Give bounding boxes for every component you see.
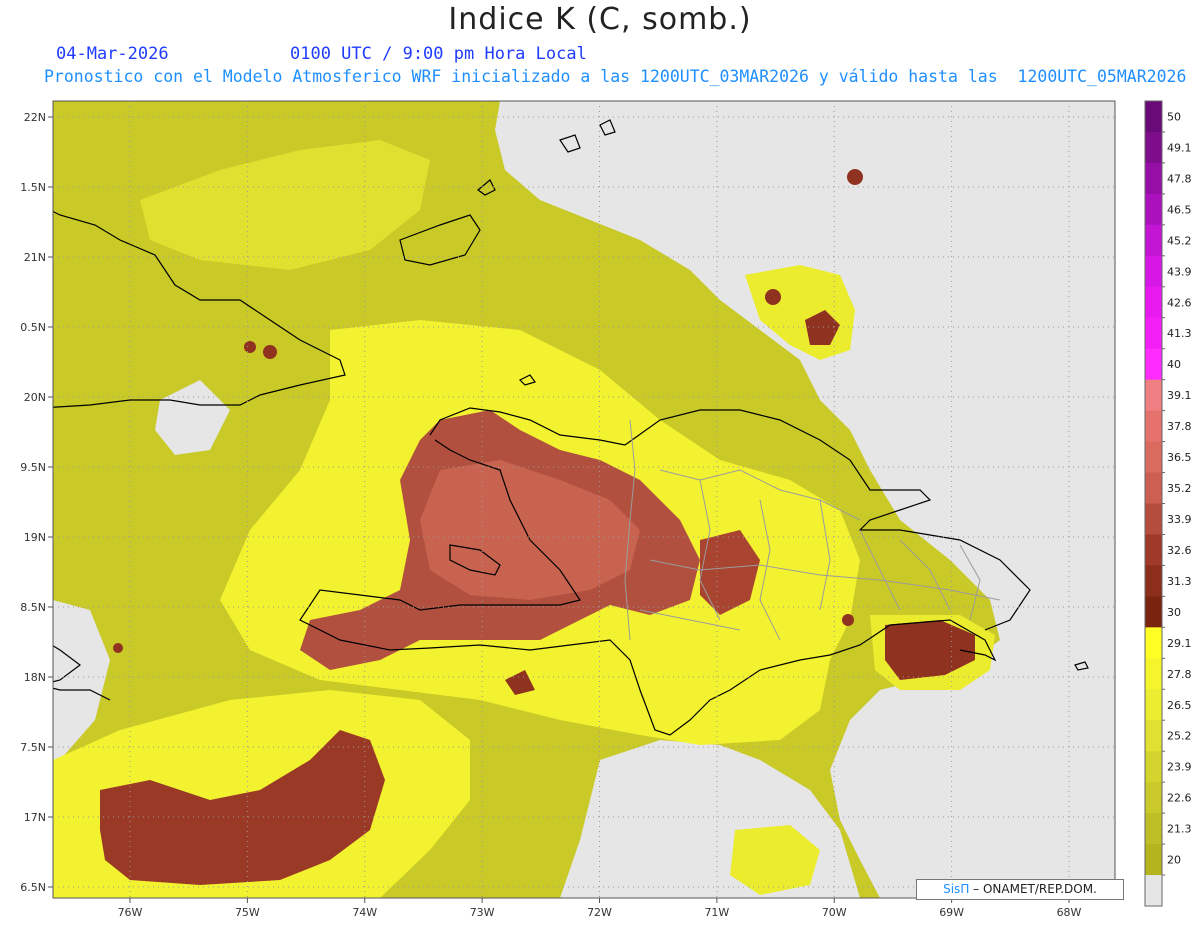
colorbar-label: 27.8 bbox=[1167, 668, 1192, 681]
lat-label: 21N bbox=[24, 251, 46, 264]
colorbar-swatch bbox=[1145, 286, 1162, 319]
colorbar-swatch bbox=[1145, 782, 1162, 814]
colorbar-label: 25.2 bbox=[1167, 730, 1192, 743]
colorbar-swatch-below bbox=[1145, 875, 1162, 906]
colorbar-label: 23.9 bbox=[1167, 761, 1192, 774]
colorbar-label: 20 bbox=[1167, 854, 1181, 867]
colorbar-label: 35.2 bbox=[1167, 482, 1192, 495]
lat-label: 6.5N bbox=[20, 881, 46, 894]
high-k-w-dot bbox=[263, 345, 277, 359]
colorbar-swatch bbox=[1145, 101, 1162, 133]
colorbar-swatch bbox=[1145, 503, 1162, 535]
lat-label: 18N bbox=[24, 671, 46, 684]
colorbar-swatch bbox=[1145, 689, 1162, 721]
lat-label: 17N bbox=[24, 811, 46, 824]
k-index-map: 22N 1.5N 21N 0.5N 20N 9.5N 19N 8.5N 18N 7.5N 17N 6.… bbox=[20, 100, 1192, 919]
lat-label: 1.5N bbox=[20, 181, 46, 194]
valid-time: 0100 UTC / 9:00 pm Hora Local bbox=[290, 44, 587, 64]
lon-label: 75W bbox=[235, 906, 260, 919]
colorbar-swatch bbox=[1145, 813, 1162, 845]
colorbar-label: 40 bbox=[1167, 358, 1181, 371]
colorbar-swatch bbox=[1145, 658, 1162, 690]
colorbar-swatch bbox=[1145, 348, 1162, 381]
colorbar-label: 33.9 bbox=[1167, 513, 1192, 526]
forecast-description: Pronostico con el Modelo Atmosferico WRF… bbox=[44, 67, 1187, 86]
colorbar-swatch bbox=[1145, 379, 1162, 412]
lon-label: 74W bbox=[352, 906, 377, 919]
lat-label: 0.5N bbox=[20, 321, 46, 334]
lon-label: 76W bbox=[118, 906, 143, 919]
colorbar-label: 41.3 bbox=[1167, 327, 1192, 340]
lon-label: 71W bbox=[704, 906, 729, 919]
colorbar-swatch bbox=[1145, 193, 1162, 226]
colorbar-label: 29.1 bbox=[1167, 637, 1192, 650]
colorbar-label: 36.5 bbox=[1167, 451, 1192, 464]
map-title: Indice K (C, somb.) bbox=[448, 2, 752, 37]
colorbar-label: 42.6 bbox=[1167, 296, 1192, 309]
colorbar-label: 43.9 bbox=[1167, 265, 1192, 278]
high-k-ne-dot bbox=[765, 289, 781, 305]
colorbar: 50 49.1 47.8 46.5 45.2 43.9 42.6 41.3 40 39.1 37.8… bbox=[1144, 100, 1192, 907]
lat-label: 8.5N bbox=[20, 601, 46, 614]
colorbar-label: 49.1 bbox=[1167, 141, 1192, 154]
valid-date: 04-Mar-2026 bbox=[56, 44, 169, 64]
credit-box: SisΠ – ONAMET/REP.DOM. bbox=[916, 879, 1124, 900]
colorbar-label: 50 bbox=[1167, 110, 1181, 123]
colorbar-label: 46.5 bbox=[1167, 203, 1192, 216]
lat-label: 7.5N bbox=[20, 741, 46, 754]
high-k-sw-dot bbox=[113, 643, 123, 653]
high-k-e-dot bbox=[842, 614, 854, 626]
colorbar-swatch bbox=[1145, 441, 1162, 474]
colorbar-swatch bbox=[1145, 317, 1162, 350]
colorbar-label: 32.6 bbox=[1167, 544, 1192, 557]
lon-label: 68W bbox=[1057, 906, 1082, 919]
colorbar-label: 37.8 bbox=[1167, 420, 1192, 433]
colorbar-label: 26.5 bbox=[1167, 699, 1192, 712]
longitude-labels: 76W 75W 74W 73W 72W 71W 70W 69W 68W bbox=[118, 906, 1082, 919]
colorbar-swatch bbox=[1145, 162, 1162, 195]
lat-label: 19N bbox=[24, 531, 46, 544]
credit-brand: SisΠ bbox=[943, 882, 970, 896]
colorbar-swatch bbox=[1145, 751, 1162, 783]
colorbar-label: 22.6 bbox=[1167, 792, 1192, 805]
colorbar-label: 31.3 bbox=[1167, 575, 1192, 588]
colorbar-swatch bbox=[1145, 534, 1162, 566]
lat-label: 20N bbox=[24, 391, 46, 404]
lon-label: 69W bbox=[939, 906, 964, 919]
colorbar-label: 47.8 bbox=[1167, 172, 1192, 185]
lon-label: 73W bbox=[470, 906, 495, 919]
latitude-labels: 22N 1.5N 21N 0.5N 20N 9.5N 19N 8.5N 18N 7.5N 17N 6.… bbox=[20, 111, 46, 894]
colorbar-label: 39.1 bbox=[1167, 389, 1192, 402]
lon-label: 72W bbox=[587, 906, 612, 919]
credit-text: – ONAMET/REP.DOM. bbox=[969, 882, 1097, 896]
colorbar-swatch bbox=[1145, 131, 1162, 164]
high-k-n-dot bbox=[847, 169, 863, 185]
colorbar-swatch bbox=[1145, 596, 1162, 628]
lat-label: 9.5N bbox=[20, 461, 46, 474]
colorbar-swatch bbox=[1145, 720, 1162, 752]
lat-label: 22N bbox=[24, 111, 46, 124]
colorbar-swatch bbox=[1145, 565, 1162, 597]
colorbar-swatch bbox=[1145, 255, 1162, 288]
colorbar-swatch bbox=[1145, 472, 1162, 504]
high-k-w-dot-2 bbox=[244, 341, 256, 353]
lon-label: 70W bbox=[822, 906, 847, 919]
colorbar-label: 45.2 bbox=[1167, 234, 1192, 247]
colorbar-label: 21.3 bbox=[1167, 823, 1192, 836]
colorbar-swatch bbox=[1145, 844, 1162, 876]
colorbar-swatch bbox=[1145, 627, 1162, 659]
colorbar-swatch bbox=[1145, 410, 1162, 443]
colorbar-swatch bbox=[1145, 224, 1162, 257]
colorbar-label: 30 bbox=[1167, 606, 1181, 619]
